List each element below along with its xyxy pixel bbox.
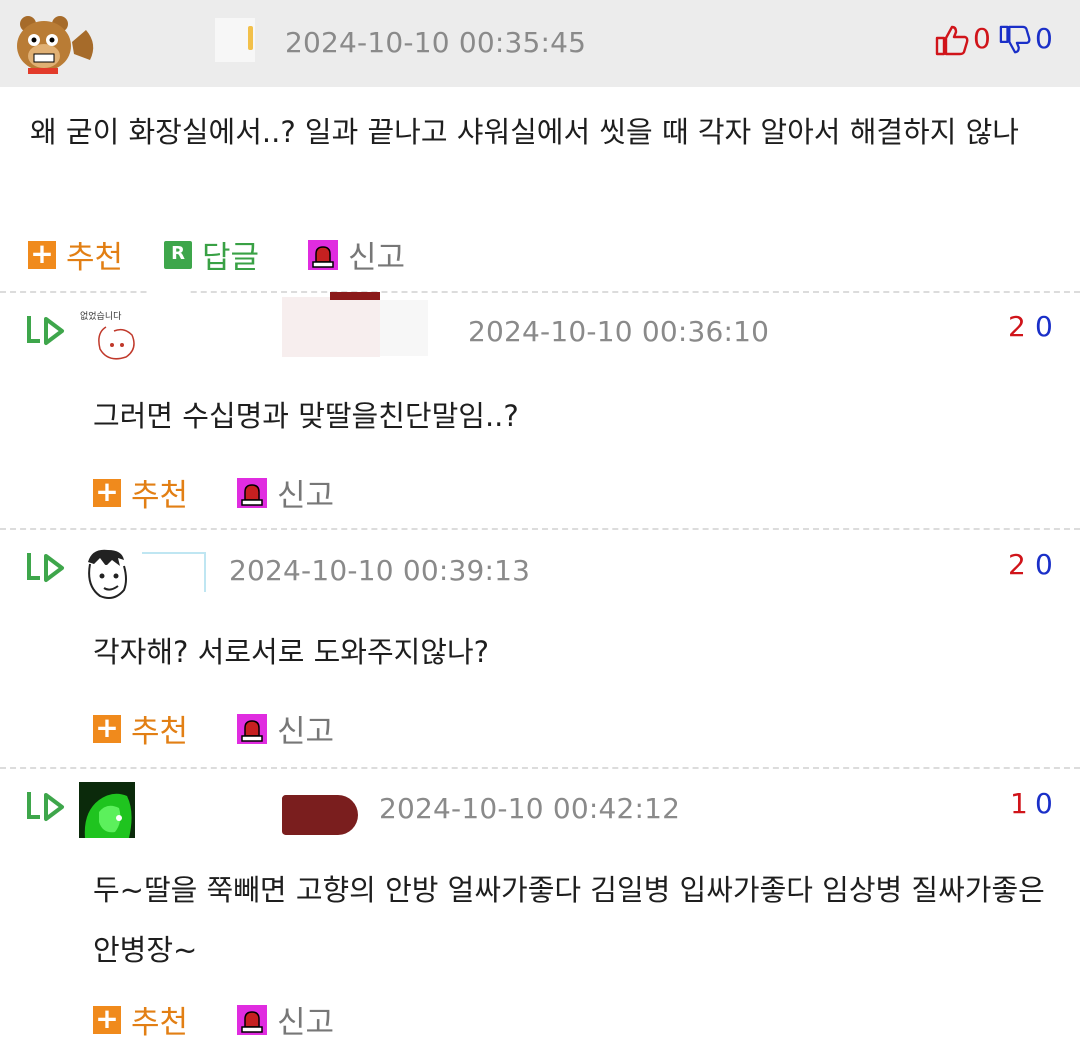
reply-arrow-icon: [27, 316, 64, 345]
plus-icon: [93, 1002, 121, 1035]
report-label: 신고: [277, 1005, 335, 1041]
reply-r-icon: [164, 240, 192, 269]
reply-vote-up-count: 1: [1010, 787, 1028, 820]
report-button[interactable]: 신고: [237, 997, 334, 1042]
reply-timestamp: 2024-10-10 00:36:10: [468, 315, 770, 348]
report-label: 신고: [277, 714, 335, 750]
recommend-button[interactable]: 추천: [93, 470, 188, 515]
reply-avatar[interactable]: 없었습니다: [80, 305, 142, 365]
redacted-nickname: [142, 552, 206, 592]
redacted-area: [380, 300, 428, 356]
reply-body: 그러면 수십명과 맞딸을친단말임..?: [93, 399, 519, 433]
main-comment-body: 왜 굳이 화장실에서..? 일과 끝나고 샤워실에서 씻을 때 각자 알아서 해…: [30, 115, 1019, 149]
reply-label: 답글: [202, 240, 260, 276]
reply-body: 각자해? 서로서로 도와주지않나?: [93, 635, 490, 669]
reply-vote-down-count: 0: [1035, 548, 1053, 581]
nickname-mark: [248, 26, 253, 50]
reply-body: 두~딸을 쭉빼면 고향의 안방 얼싸가좋다 김일병 입싸가좋다 임상병 질싸가좋…: [93, 873, 1045, 967]
reply-timestamp: 2024-10-10 00:39:13: [229, 554, 531, 587]
main-timestamp: 2024-10-10 00:35:45: [285, 26, 587, 59]
thumbs-up-icon[interactable]: [935, 24, 969, 56]
bear-avatar[interactable]: [14, 14, 98, 76]
avatar-caption: 없었습니다: [80, 312, 122, 322]
report-button[interactable]: 신고: [237, 706, 334, 751]
plus-icon: [93, 475, 121, 508]
reply-timestamp: 2024-10-10 00:42:12: [379, 792, 681, 825]
siren-icon: [237, 713, 267, 744]
recommend-label: 추천: [131, 478, 189, 514]
report-button[interactable]: 신고: [237, 470, 334, 515]
plus-icon: [28, 237, 56, 270]
report-button[interactable]: 신고: [308, 232, 405, 277]
thumbs-down-icon[interactable]: [999, 24, 1031, 56]
reply-arrow-icon: [27, 553, 64, 582]
siren-icon: [237, 477, 267, 508]
reply-vote-down-count: 0: [1035, 310, 1053, 343]
report-label: 신고: [277, 478, 335, 514]
recommend-label: 추천: [131, 1005, 189, 1041]
redacted-nickname: [282, 795, 358, 835]
reply-arrow-icon: [27, 792, 64, 821]
reply-vote-down-count: 0: [1035, 787, 1053, 820]
divider: [0, 767, 1080, 769]
redacted-mark: [330, 292, 380, 300]
reply-vote-up-count: 2: [1008, 310, 1026, 343]
recommend-button[interactable]: 추천: [28, 232, 123, 277]
recommend-label: 추천: [131, 714, 189, 750]
main-comment-header: 2024-10-10 00:35:45 0 0: [0, 0, 1080, 87]
main-vote-up-count: 0: [973, 22, 991, 55]
recommend-button[interactable]: 추천: [93, 997, 188, 1042]
doodle-face-icon: [98, 326, 135, 360]
siren-icon: [237, 1004, 267, 1035]
recommend-label: 추천: [66, 240, 124, 276]
reply-avatar[interactable]: [79, 782, 135, 838]
reply-vote-up-count: 2: [1008, 548, 1026, 581]
report-label: 신고: [348, 240, 406, 276]
recommend-button[interactable]: 추천: [93, 706, 188, 751]
redacted-area: [150, 286, 190, 356]
reply-button[interactable]: 답글: [164, 232, 259, 277]
divider: [0, 528, 1080, 530]
redacted-nickname: [282, 297, 380, 357]
reply-avatar[interactable]: [78, 546, 132, 604]
main-vote-down-count: 0: [1035, 22, 1053, 55]
siren-icon: [308, 239, 338, 270]
plus-icon: [93, 711, 121, 744]
